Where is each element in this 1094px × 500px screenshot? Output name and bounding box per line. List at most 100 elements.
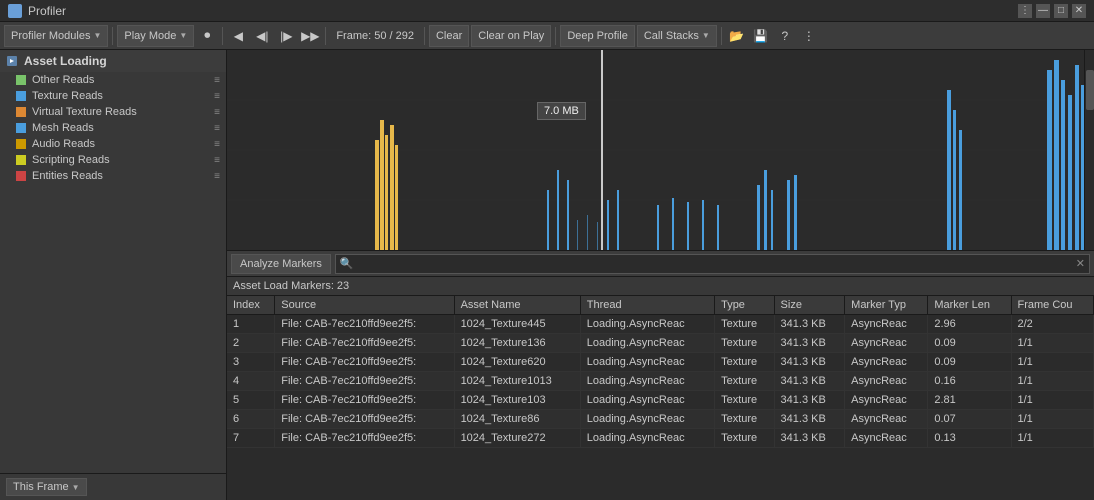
modules-dropdown-arrow: ▼: [93, 31, 101, 40]
search-input[interactable]: [358, 258, 1072, 270]
main-layout: Asset Loading Other Reads ≡ Texture Read…: [0, 50, 1094, 500]
bottom-left-panel: This Frame ▼: [0, 473, 226, 500]
deep-profile-btn[interactable]: Deep Profile: [560, 25, 635, 47]
column-header[interactable]: Asset Name: [454, 296, 580, 315]
clear-on-play-btn[interactable]: Clear on Play: [471, 25, 551, 47]
legend-color-swatch: [16, 75, 26, 85]
legend-menu-btn[interactable]: ≡: [214, 107, 220, 118]
table-cell: AsyncReac: [845, 334, 928, 353]
analyze-markers-btn[interactable]: Analyze Markers: [231, 254, 331, 274]
table-cell: AsyncReac: [845, 372, 928, 391]
table-row[interactable]: 5File: CAB-7ec210ffd9ee2f5:1024_Texture1…: [227, 391, 1094, 410]
table-cell: File: CAB-7ec210ffd9ee2f5:: [275, 410, 454, 429]
load-btn[interactable]: 📂: [726, 25, 748, 47]
minimize-btn[interactable]: —: [1036, 4, 1050, 18]
column-header[interactable]: Marker Typ: [845, 296, 928, 315]
table-cell: 0.09: [928, 353, 1011, 372]
table-row[interactable]: 4File: CAB-7ec210ffd9ee2f5:1024_Texture1…: [227, 372, 1094, 391]
table-cell: 341.3 KB: [774, 391, 845, 410]
table-cell: 341.3 KB: [774, 334, 845, 353]
table-row[interactable]: 6File: CAB-7ec210ffd9ee2f5:1024_Texture8…: [227, 410, 1094, 429]
bottom-panel: Analyze Markers 🔍 ✕ Asset Load Markers: …: [227, 250, 1094, 500]
close-btn[interactable]: ✕: [1072, 4, 1086, 18]
table-cell: Texture: [715, 410, 774, 429]
table-cell: 2.81: [928, 391, 1011, 410]
table-cell: 341.3 KB: [774, 429, 845, 448]
table-cell: 1024_Texture272: [454, 429, 580, 448]
legend-label: Scripting Reads: [32, 154, 110, 166]
table-cell: 1024_Texture86: [454, 410, 580, 429]
clear-btn[interactable]: Clear: [429, 25, 469, 47]
asset-loading-title: Asset Loading: [24, 54, 107, 68]
table-cell: 1: [227, 315, 275, 334]
this-frame-btn[interactable]: This Frame ▼: [6, 478, 87, 496]
table-wrapper[interactable]: IndexSourceAsset NameThreadTypeSizeMarke…: [227, 296, 1094, 500]
table-body: 1File: CAB-7ec210ffd9ee2f5:1024_Texture4…: [227, 315, 1094, 448]
column-header[interactable]: Frame Cou: [1011, 296, 1094, 315]
title-bar: Profiler ⋮ — □ ✕: [0, 0, 1094, 22]
profiler-modules-btn[interactable]: Profiler Modules ▼: [4, 25, 108, 47]
legend-color-swatch: [16, 139, 26, 149]
legend-menu-btn[interactable]: ≡: [214, 171, 220, 182]
table-cell: AsyncReac: [845, 315, 928, 334]
prev-frame-btn[interactable]: ◀: [227, 25, 249, 47]
first-frame-btn[interactable]: ◀|: [251, 25, 273, 47]
graph-area[interactable]: 7.0 MB: [227, 50, 1094, 250]
search-box: 🔍 ✕: [335, 254, 1090, 274]
table-cell: 7: [227, 429, 275, 448]
table-cell: 341.3 KB: [774, 410, 845, 429]
table-cell: File: CAB-7ec210ffd9ee2f5:: [275, 334, 454, 353]
column-header[interactable]: Thread: [580, 296, 714, 315]
frame-label: Frame: 50 / 292: [330, 30, 420, 42]
table-cell: File: CAB-7ec210ffd9ee2f5:: [275, 391, 454, 410]
this-frame-row: This Frame ▼: [0, 476, 226, 498]
table-cell: 341.3 KB: [774, 315, 845, 334]
left-panel: Asset Loading Other Reads ≡ Texture Read…: [0, 50, 227, 500]
legend-menu-btn[interactable]: ≡: [214, 155, 220, 166]
column-header[interactable]: Type: [715, 296, 774, 315]
table-cell: Loading.AsyncReac: [580, 410, 714, 429]
help-btn[interactable]: ?: [774, 25, 796, 47]
legend-menu-btn[interactable]: ≡: [214, 91, 220, 102]
more-btn[interactable]: ⋮: [798, 25, 820, 47]
legend-menu-btn[interactable]: ≡: [214, 123, 220, 134]
column-header[interactable]: Size: [774, 296, 845, 315]
legend-menu-btn[interactable]: ≡: [214, 75, 220, 86]
legend-color-swatch: [16, 123, 26, 133]
thisframe-arrow: ▼: [72, 483, 80, 492]
table-row[interactable]: 2File: CAB-7ec210ffd9ee2f5:1024_Texture1…: [227, 334, 1094, 353]
table-cell: 341.3 KB: [774, 372, 845, 391]
v-scrollbar-thumb[interactable]: [1086, 70, 1094, 110]
next-frame-btn[interactable]: |▶: [275, 25, 297, 47]
bottom-toolbar: Analyze Markers 🔍 ✕: [227, 251, 1094, 277]
legend-menu-btn[interactable]: ≡: [214, 139, 220, 150]
legend-item: Entities Reads ≡: [0, 168, 226, 184]
column-header[interactable]: Index: [227, 296, 275, 315]
play-mode-btn[interactable]: Play Mode ▼: [117, 25, 194, 47]
legend-color-swatch: [16, 91, 26, 101]
legend-label: Audio Reads: [32, 138, 95, 150]
table-row[interactable]: 7File: CAB-7ec210ffd9ee2f5:1024_Texture2…: [227, 429, 1094, 448]
table-cell: File: CAB-7ec210ffd9ee2f5:: [275, 353, 454, 372]
sep6: [721, 27, 722, 45]
menu-btn[interactable]: ⋮: [1018, 4, 1032, 18]
table-cell: 4: [227, 372, 275, 391]
table-cell: AsyncReac: [845, 353, 928, 372]
call-stacks-btn[interactable]: Call Stacks ▼: [637, 25, 717, 47]
legend-item: Audio Reads ≡: [0, 136, 226, 152]
table-cell: File: CAB-7ec210ffd9ee2f5:: [275, 429, 454, 448]
asset-loading-icon: [6, 55, 18, 67]
table-cell: Loading.AsyncReac: [580, 391, 714, 410]
last-frame-btn[interactable]: ▶▶: [299, 25, 321, 47]
table-row[interactable]: 3File: CAB-7ec210ffd9ee2f5:1024_Texture6…: [227, 353, 1094, 372]
save-btn[interactable]: 💾: [750, 25, 772, 47]
search-clear-btn[interactable]: ✕: [1076, 257, 1085, 270]
maximize-btn[interactable]: □: [1054, 4, 1068, 18]
record-btn[interactable]: ⏺: [196, 25, 218, 47]
table-cell: AsyncReac: [845, 410, 928, 429]
table-cell: 1024_Texture620: [454, 353, 580, 372]
column-header[interactable]: Source: [275, 296, 454, 315]
column-header[interactable]: Marker Len: [928, 296, 1011, 315]
table-row[interactable]: 1File: CAB-7ec210ffd9ee2f5:1024_Texture4…: [227, 315, 1094, 334]
v-scrollbar[interactable]: [1084, 50, 1094, 250]
